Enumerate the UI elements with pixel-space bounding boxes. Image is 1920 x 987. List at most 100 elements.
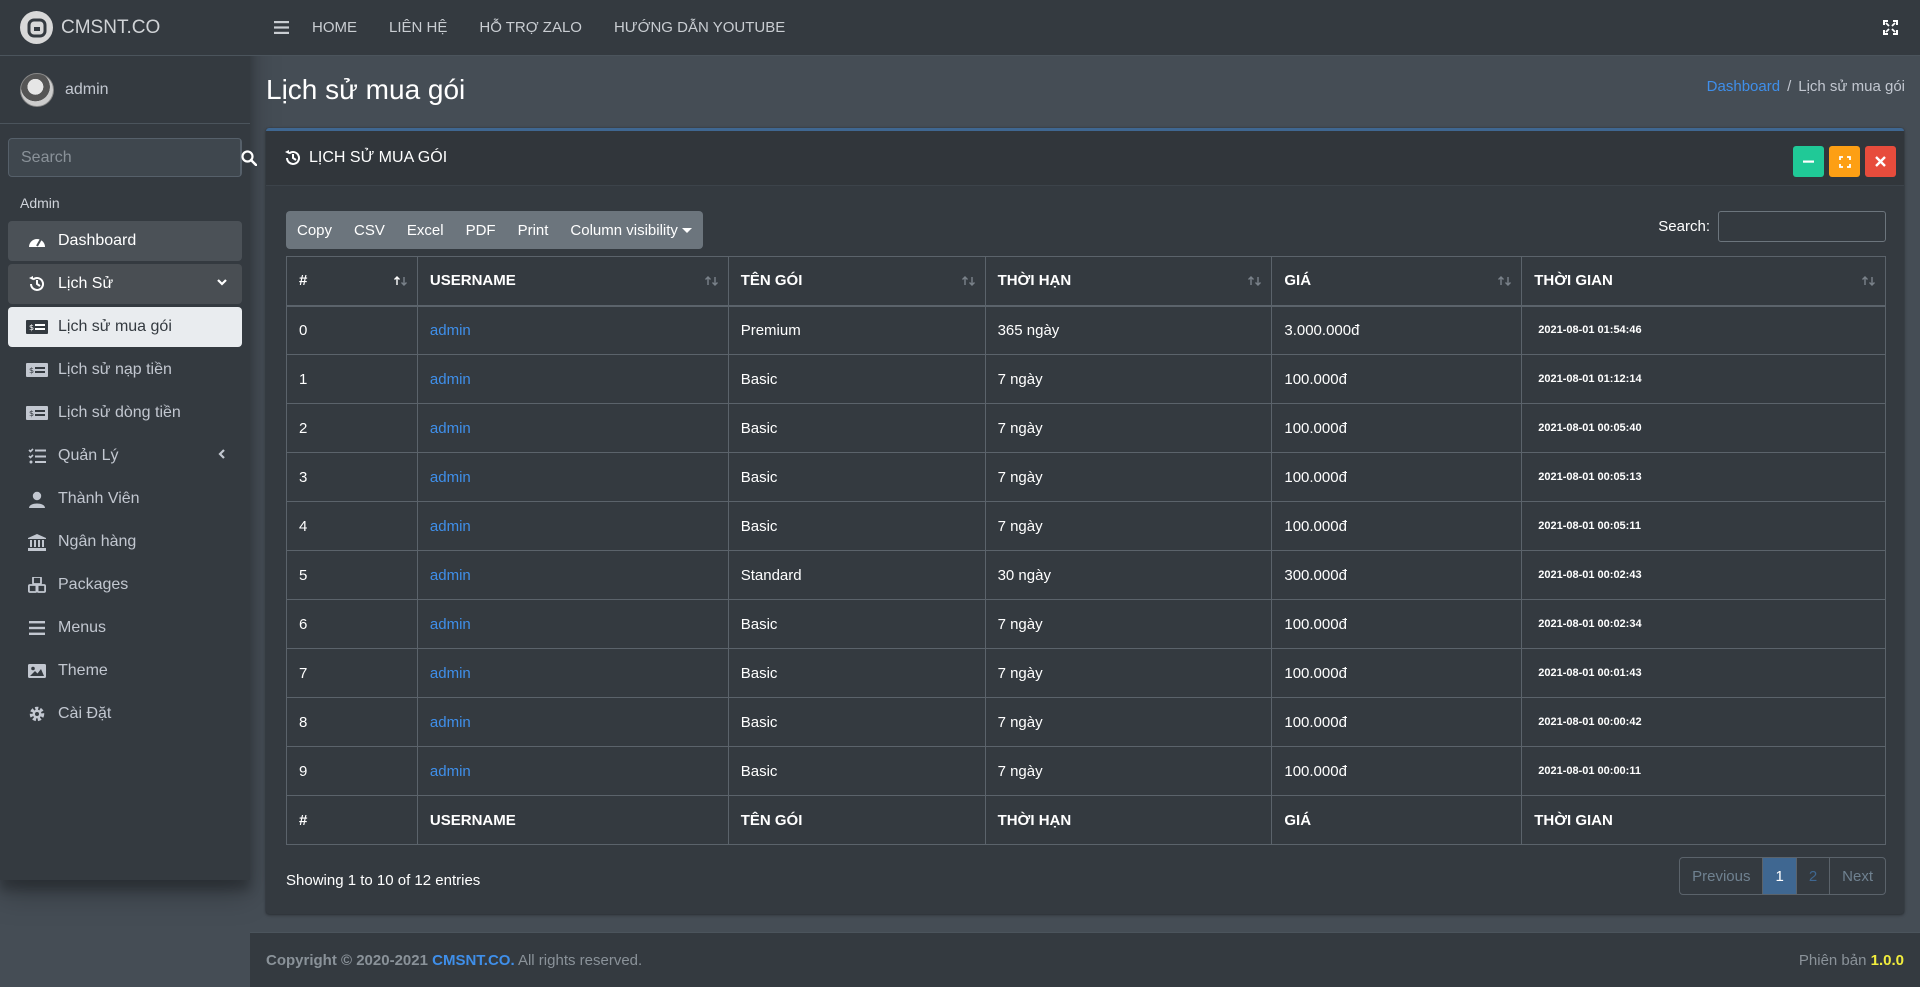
row-index: 9 bbox=[286, 746, 418, 796]
username-link[interactable]: admin bbox=[416, 501, 729, 551]
sidebar-item-cai-dat[interactable]: Cài Đặt bbox=[8, 694, 242, 734]
package-name: Basic bbox=[727, 403, 986, 453]
sidebar-item-lich-su-nap-tien[interactable]: $ Lịch sử nạp tiền bbox=[8, 350, 242, 390]
page-1-button[interactable]: 1 bbox=[1762, 858, 1796, 894]
username-link[interactable]: admin bbox=[416, 550, 729, 600]
table-info: Showing 1 to 10 of 12 entries bbox=[286, 872, 481, 889]
column-header-username[interactable]: USERNAME bbox=[416, 256, 729, 307]
fullscreen-icon[interactable] bbox=[1883, 20, 1898, 35]
username-link[interactable]: admin bbox=[416, 599, 729, 649]
sidebar-item-menus[interactable]: Menus bbox=[8, 608, 242, 648]
sidebar-item-ngan-hang[interactable]: Ngân hàng bbox=[8, 522, 242, 562]
username-link[interactable]: admin bbox=[416, 305, 729, 355]
list-check-icon bbox=[26, 448, 48, 464]
table-body: 0 admin Premium 365 ngày 3.000.000đ 2021-08-0… bbox=[286, 305, 1886, 796]
column-header-ten-goi[interactable]: TÊN GÓI bbox=[727, 256, 986, 307]
column-header-label: TÊN GÓI bbox=[740, 272, 803, 290]
sidebar-item-packages[interactable]: Packages bbox=[8, 565, 242, 605]
image-icon bbox=[26, 664, 48, 678]
pdf-button[interactable]: PDF bbox=[455, 211, 507, 249]
csv-button[interactable]: CSV bbox=[343, 211, 396, 249]
brand-link[interactable]: CMSNT.CO bbox=[0, 0, 250, 56]
user-panel[interactable]: admin bbox=[0, 56, 250, 124]
remove-button[interactable] bbox=[1865, 146, 1896, 177]
sidebar-item-dashboard[interactable]: Dashboard bbox=[8, 221, 242, 261]
sidebar-item-label: Lịch Sử bbox=[58, 275, 114, 292]
sort-icon bbox=[961, 276, 977, 286]
row-index: 2 bbox=[286, 403, 418, 453]
column-header-thoi-han[interactable]: THỜI HẠN bbox=[984, 256, 1273, 307]
card-header: LỊCH SỬ MUA GÓI bbox=[266, 131, 1904, 186]
timestamp: 2021-08-01 00:02:34 bbox=[1521, 599, 1886, 649]
card-tools bbox=[1793, 146, 1896, 177]
search-icon bbox=[241, 149, 257, 166]
username-link[interactable]: admin bbox=[416, 354, 729, 404]
caret-down-icon bbox=[681, 227, 692, 233]
table-row: 5 admin Standard 30 ngày 300.000đ 2021-08-01 … bbox=[286, 550, 1886, 600]
column-footer-gia: GIÁ bbox=[1271, 795, 1523, 845]
username-link[interactable]: admin bbox=[416, 452, 729, 502]
timestamp: 2021-08-01 00:02:43 bbox=[1521, 550, 1886, 600]
next-page-button[interactable]: Next bbox=[1829, 858, 1885, 894]
brand-logo-icon bbox=[20, 11, 53, 44]
duration: 7 ngày bbox=[984, 403, 1273, 453]
sidebar-item-quan-ly[interactable]: Quản Lý bbox=[8, 436, 242, 476]
copy-button[interactable]: Copy bbox=[286, 211, 343, 249]
sidebar-search-input[interactable] bbox=[9, 139, 240, 176]
menu-toggle-icon[interactable] bbox=[274, 21, 289, 34]
nav-link-huong-dan-youtube[interactable]: HƯỚNG DẪN YOUTUBE bbox=[614, 19, 785, 36]
username-link[interactable]: admin bbox=[416, 648, 729, 698]
username-link[interactable]: admin bbox=[416, 403, 729, 453]
sidebar-search-button[interactable] bbox=[240, 139, 257, 176]
column-header-thoi-gian[interactable]: THỜI GIAN bbox=[1521, 256, 1886, 307]
sidebar-item-thanh-vien[interactable]: Thành Viên bbox=[8, 479, 242, 519]
row-index: 0 bbox=[286, 305, 418, 355]
user-icon bbox=[26, 491, 48, 508]
top-navbar: HOME LIÊN HỆ HỖ TRỢ ZALO HƯỚNG DẪN YOUTU… bbox=[250, 0, 1920, 56]
previous-page-button[interactable]: Previous bbox=[1680, 858, 1762, 894]
column-header-index[interactable]: # bbox=[286, 256, 418, 307]
duration: 7 ngày bbox=[984, 697, 1273, 747]
nav-link-ho-tro-zalo[interactable]: HỖ TRỢ ZALO bbox=[479, 19, 582, 36]
maximize-button[interactable] bbox=[1829, 146, 1860, 177]
nav-header: Admin bbox=[20, 195, 60, 211]
nav-link-home[interactable]: HOME bbox=[312, 19, 357, 36]
table-search: Search: bbox=[1658, 211, 1886, 242]
username-link[interactable]: admin bbox=[416, 697, 729, 747]
sort-icon bbox=[1861, 276, 1877, 286]
package-name: Basic bbox=[727, 599, 986, 649]
sidebar-item-theme[interactable]: Theme bbox=[8, 651, 242, 691]
sidebar-item-lich-su[interactable]: Lịch Sử bbox=[8, 264, 242, 304]
copyright-text: Copyright © 2020-2021 CMSNT.CO. All righ… bbox=[266, 952, 642, 969]
package-name: Basic bbox=[727, 746, 986, 796]
duration: 365 ngày bbox=[984, 305, 1273, 355]
money-bill-icon: $ bbox=[26, 320, 48, 334]
timestamp: 2021-08-01 00:01:43 bbox=[1521, 648, 1886, 698]
nav-link-lien-he[interactable]: LIÊN HỆ bbox=[389, 19, 447, 36]
page-title: Lịch sử mua gói bbox=[266, 74, 466, 105]
brand-name: CMSNT.CO bbox=[61, 16, 161, 38]
price: 100.000đ bbox=[1271, 501, 1523, 551]
collapse-button[interactable] bbox=[1793, 146, 1824, 177]
price: 100.000đ bbox=[1271, 746, 1523, 796]
excel-button[interactable]: Excel bbox=[396, 211, 455, 249]
username-link[interactable]: admin bbox=[416, 746, 729, 796]
column-header-label: USERNAME bbox=[429, 272, 516, 290]
print-button[interactable]: Print bbox=[507, 211, 560, 249]
sidebar-item-lich-su-mua-goi[interactable]: $ Lịch sử mua gói bbox=[8, 307, 242, 347]
breadcrumb: Dashboard / Lịch sử mua gói bbox=[1707, 78, 1905, 95]
breadcrumb-home[interactable]: Dashboard bbox=[1707, 78, 1780, 95]
sidebar-item-label: Dashboard bbox=[58, 232, 137, 249]
column-visibility-button[interactable]: Column visibility bbox=[559, 211, 703, 249]
tachometer-icon bbox=[26, 233, 48, 249]
version-label: Phiên bản bbox=[1798, 951, 1867, 969]
package-name: Basic bbox=[727, 501, 986, 551]
table-search-input[interactable] bbox=[1718, 211, 1886, 242]
history-card: LỊCH SỬ MUA GÓI Copy CSV Excel PDF Print… bbox=[266, 128, 1904, 914]
column-header-gia[interactable]: GIÁ bbox=[1271, 256, 1523, 307]
sidebar-item-lich-su-dong-tien[interactable]: $ Lịch sử dòng tiền bbox=[8, 393, 242, 433]
export-button-group: Copy CSV Excel PDF Print Column visibili… bbox=[286, 211, 703, 249]
page-2-button[interactable]: 2 bbox=[1795, 858, 1829, 894]
footer-brand-link[interactable]: CMSNT.CO. bbox=[432, 952, 515, 969]
price: 100.000đ bbox=[1271, 648, 1523, 698]
